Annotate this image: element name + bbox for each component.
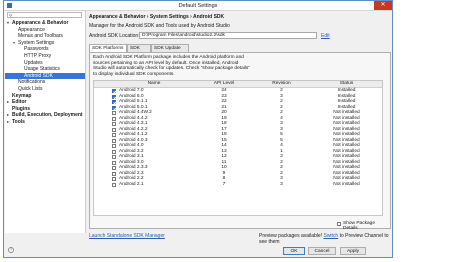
launch-standalone-sdk-manager-link[interactable]: Launch Standalone SDK Manager xyxy=(89,233,165,239)
cell-api: 7 xyxy=(222,181,226,187)
sidebar-item[interactable]: Updates xyxy=(5,60,85,67)
cell-status: Not installed xyxy=(333,181,360,187)
close-button[interactable]: ✕ xyxy=(374,1,392,10)
sidebar-item-label: Build, Execution, Deployment xyxy=(12,112,83,119)
sidebar-item[interactable]: Plugins xyxy=(5,106,85,113)
sidebar-item-label: Keymap xyxy=(12,92,32,99)
cell-rev: 3 xyxy=(280,181,283,187)
search-icon: ⚲ xyxy=(9,13,13,18)
title-bar: Default Settings ✕ xyxy=(4,1,392,11)
sidebar-item-label: Plugins xyxy=(12,105,31,112)
sidebar-item-label: Editor xyxy=(12,99,27,106)
sidebar-item-label: Appearance xyxy=(18,26,45,33)
platform-checkbox[interactable] xyxy=(112,94,116,99)
panel-description-line: to display individual SDK components. xyxy=(93,71,175,77)
sidebar-item-label: Menus and Toolbars xyxy=(18,33,63,40)
platform-checkbox[interactable] xyxy=(112,122,116,126)
sidebar-item[interactable]: HTTP Proxy xyxy=(5,53,85,60)
page-description: Manager for the Android SDK and Tools us… xyxy=(89,23,230,29)
sidebar-item-label: Tools xyxy=(12,119,25,125)
sdk-platforms-table: Name API Level Revision Status Android 7… xyxy=(93,80,383,216)
platform-checkbox[interactable] xyxy=(112,138,116,143)
sidebar-item[interactable]: Usage Statistics xyxy=(5,66,85,73)
tab-sdk-platforms[interactable]: SDK Platforms xyxy=(89,44,127,52)
sidebar-item[interactable]: Android SDK xyxy=(5,72,85,80)
sdk-location-label: Android SDK Location: xyxy=(89,33,140,39)
checkbox-box[interactable] xyxy=(337,221,341,226)
platform-checkbox[interactable] xyxy=(112,182,116,187)
preview-hint: Preview packages available! Switch to Pr… xyxy=(259,233,392,245)
platform-checkbox[interactable] xyxy=(112,105,116,110)
help-icon[interactable]: ? xyxy=(8,247,14,253)
sidebar-item-label: HTTP Proxy xyxy=(24,53,52,59)
column-header-revision[interactable]: Revision xyxy=(254,81,309,87)
settings-sidebar: ⚲ ▾ Appearance & Behavior Appearance Menus … xyxy=(5,11,86,233)
window-title: Default Settings xyxy=(178,3,218,9)
sidebar-item[interactable]: Appearance xyxy=(5,27,85,34)
sidebar-item-label: Quick Lists xyxy=(18,86,43,92)
sidebar-item[interactable]: ▾ Appearance & Behavior xyxy=(5,20,85,27)
show-package-details-checkbox[interactable]: Show Package Details xyxy=(337,221,390,231)
sidebar-item[interactable]: ▾ System Settings xyxy=(5,40,85,47)
platform-checkbox[interactable] xyxy=(112,155,116,159)
settings-window: Default Settings ✕ ⚲ ▾ Appearance & Behav… xyxy=(3,0,393,258)
column-header-api-level[interactable]: API Level xyxy=(199,81,249,87)
table-row[interactable]: Android 2.1 7 3 Not installed xyxy=(94,182,382,188)
platform-checkbox[interactable] xyxy=(112,89,116,93)
cancel-button[interactable]: Cancel xyxy=(308,247,336,255)
sidebar-item[interactable]: ▸ Editor xyxy=(5,99,85,106)
edit-location-link[interactable]: Edit xyxy=(321,33,330,39)
platform-checkbox[interactable] xyxy=(112,111,116,115)
platform-checkbox[interactable] xyxy=(112,127,116,132)
column-header-name[interactable]: Name xyxy=(119,81,189,87)
platform-checkbox[interactable] xyxy=(112,149,116,154)
sdk-location-field[interactable]: D:\Program Files\android\studio2.2\sdk xyxy=(139,31,317,39)
platform-checkbox[interactable] xyxy=(112,171,116,176)
platform-checkbox[interactable] xyxy=(112,133,116,137)
breadcrumb: Appearance & Behavior › System Settings … xyxy=(89,14,225,20)
sidebar-item-label: Android SDK xyxy=(24,72,53,79)
panel-description: Each Android SDK Platform package includ… xyxy=(93,55,293,77)
sidebar-item-label: Usage Statistics xyxy=(24,66,60,73)
sdk-platforms-panel: Each Android SDK Platform package includ… xyxy=(89,52,391,231)
dialog-footer: ? OK Cancel Apply xyxy=(4,245,392,257)
sidebar-search-input[interactable]: ⚲ xyxy=(7,12,82,18)
content-area: Appearance & Behavior › System Settings … xyxy=(89,11,391,233)
platform-checkbox[interactable] xyxy=(112,100,116,104)
platform-checkbox[interactable] xyxy=(112,160,116,165)
sidebar-item-label: Passwords xyxy=(24,46,49,53)
sidebar-item[interactable]: Notifications xyxy=(5,79,85,86)
column-header-status[interactable]: Status xyxy=(314,81,379,87)
sidebar-item-label: System Settings xyxy=(18,39,55,46)
cell-name: Android 2.1 xyxy=(119,181,144,187)
show-details-label: Show Package Details xyxy=(343,221,375,231)
switch-channel-link[interactable]: Switch xyxy=(323,233,338,239)
table-header: Name API Level Revision Status xyxy=(94,81,382,88)
apply-button[interactable]: Apply xyxy=(340,247,366,255)
platform-checkbox[interactable] xyxy=(112,144,116,148)
ok-button[interactable]: OK xyxy=(283,247,305,255)
sidebar-item[interactable]: Keymap xyxy=(5,93,85,100)
platform-checkbox[interactable] xyxy=(112,166,116,170)
platform-checkbox[interactable] xyxy=(112,177,116,181)
sidebar-item[interactable]: Menus and Toolbars xyxy=(5,33,85,40)
sidebar-item-label: Appearance & Behavior xyxy=(12,20,69,26)
platform-checkbox[interactable] xyxy=(112,116,116,121)
sidebar-item-label: Notifications xyxy=(18,79,46,86)
sidebar-item[interactable]: Passwords xyxy=(5,46,85,53)
sidebar-item[interactable]: Quick Lists xyxy=(5,86,85,93)
sidebar-item[interactable]: ▸ Build, Execution, Deployment xyxy=(5,112,85,119)
sidebar-item-label: Updates xyxy=(24,59,43,66)
sidebar-item[interactable]: ▸ Tools xyxy=(5,119,85,126)
tab-sdk-tools[interactable]: SDK Tools xyxy=(127,44,151,59)
tab-sdk-update-sites[interactable]: SDK Update Sites xyxy=(151,44,189,59)
